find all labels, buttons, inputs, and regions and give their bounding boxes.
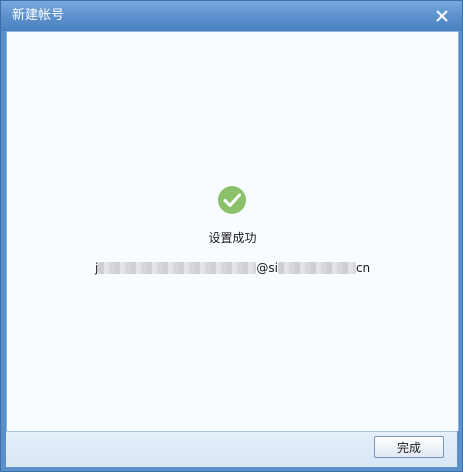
new-account-dialog: 新建帐号 设置成功 j @si cn 完成	[0, 0, 463, 472]
close-icon[interactable]	[434, 8, 450, 24]
done-button[interactable]: 完成	[374, 436, 444, 458]
content-area: 设置成功 j @si cn	[6, 31, 459, 431]
dialog-title: 新建帐号	[12, 8, 65, 23]
check-circle-icon	[217, 185, 247, 215]
dialog-footer: 完成	[6, 431, 457, 467]
account-email: j @si cn	[95, 260, 370, 276]
email-domain-end: cn	[355, 261, 371, 275]
title-bar: 新建帐号	[1, 1, 462, 31]
redacted-block	[277, 262, 356, 274]
status-message: 设置成功	[208, 231, 257, 245]
redacted-block	[98, 262, 257, 274]
email-domain-start: @si	[256, 261, 278, 275]
